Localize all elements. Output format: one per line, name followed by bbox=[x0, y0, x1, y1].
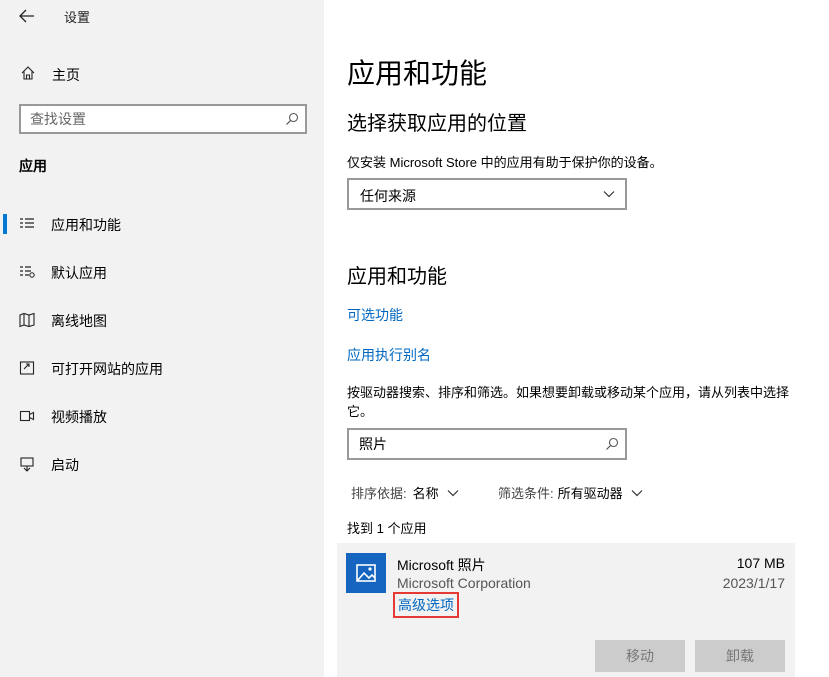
sidebar: 设置 主页 应用 应用和功能 默认应用 离线地图 可打开网站的应用 视频播放 启… bbox=[0, 0, 324, 677]
sidebar-item-label: 主页 bbox=[52, 67, 80, 83]
settings-search-box[interactable] bbox=[19, 104, 307, 134]
app-search-input[interactable] bbox=[359, 435, 589, 453]
app-search-box[interactable] bbox=[347, 428, 627, 460]
found-count: 找到 1 个应用 bbox=[347, 521, 427, 536]
search-icon[interactable] bbox=[605, 437, 619, 451]
advanced-options-link[interactable]: 高级选项 bbox=[393, 592, 459, 618]
sidebar-item-label: 离线地图 bbox=[51, 313, 107, 329]
chevron-down-icon bbox=[603, 191, 615, 198]
list-icon bbox=[20, 218, 34, 228]
chevron-down-icon bbox=[447, 489, 459, 496]
app-size: 107 MB bbox=[736, 555, 785, 571]
optional-features-link[interactable]: 可选功能 bbox=[347, 305, 403, 325]
sidebar-item-label: 可打开网站的应用 bbox=[51, 361, 163, 377]
selection-indicator bbox=[3, 214, 7, 234]
sidebar-item-offline-maps[interactable]: 离线地图 bbox=[0, 302, 324, 338]
app-source-dropdown[interactable]: 任何来源 bbox=[347, 178, 627, 210]
uninstall-button[interactable]: 卸载 bbox=[695, 640, 785, 672]
sort-value: 名称 bbox=[412, 486, 439, 501]
home-icon bbox=[21, 66, 35, 80]
default-apps-icon bbox=[20, 266, 35, 278]
filter-key: 筛选条件: bbox=[498, 486, 554, 501]
move-button[interactable]: 移动 bbox=[595, 640, 685, 672]
photos-icon bbox=[346, 553, 386, 593]
back-button[interactable] bbox=[10, 3, 44, 29]
startup-icon bbox=[20, 457, 34, 472]
dropdown-value: 任何来源 bbox=[360, 188, 416, 204]
map-icon bbox=[19, 312, 35, 328]
chevron-down-icon bbox=[631, 489, 643, 496]
sidebar-section-header: 应用 bbox=[19, 158, 47, 174]
video-icon bbox=[19, 410, 35, 422]
location-heading: 选择获取应用的位置 bbox=[347, 113, 527, 135]
title-bar: 设置 bbox=[0, 0, 324, 32]
app-name: Microsoft 照片 bbox=[397, 557, 486, 573]
sidebar-item-startup[interactable]: 启动 bbox=[0, 446, 324, 482]
main-content: 应用和功能 选择获取应用的位置 仅安装 Microsoft Store 中的应用… bbox=[324, 0, 829, 677]
app-publisher: Microsoft Corporation bbox=[397, 575, 531, 591]
sidebar-item-apps-for-websites[interactable]: 可打开网站的应用 bbox=[0, 350, 324, 386]
open-web-icon bbox=[19, 361, 35, 375]
settings-search-input[interactable] bbox=[30, 110, 270, 128]
location-description: 仅安装 Microsoft Store 中的应用有助于保护你的设备。 bbox=[347, 155, 663, 170]
filter-value: 所有驱动器 bbox=[557, 486, 623, 501]
search-icon[interactable] bbox=[285, 112, 299, 126]
photos-app-icon bbox=[346, 553, 386, 593]
app-install-date: 2023/1/17 bbox=[722, 575, 785, 591]
sort-dropdown[interactable]: 排序依据: 名称 bbox=[351, 483, 459, 502]
sidebar-item-home[interactable]: 主页 bbox=[0, 56, 324, 90]
sidebar-item-video-playback[interactable]: 视频播放 bbox=[0, 398, 324, 434]
sidebar-item-apps-features[interactable]: 应用和功能 bbox=[0, 206, 324, 242]
sidebar-item-label: 启动 bbox=[51, 457, 79, 473]
page-title: 应用和功能 bbox=[347, 58, 488, 89]
sidebar-item-label: 默认应用 bbox=[51, 265, 107, 281]
apps-description: 按驱动器搜索、排序和筛选。如果想要卸载或移动某个应用，请从列表中选择它。 bbox=[347, 385, 790, 419]
sidebar-item-label: 应用和功能 bbox=[51, 217, 121, 233]
app-execution-alias-link[interactable]: 应用执行别名 bbox=[347, 345, 431, 365]
sidebar-item-default-apps[interactable]: 默认应用 bbox=[0, 254, 324, 290]
app-list-item[interactable]: Microsoft 照片 Microsoft Corporation 107 M… bbox=[337, 543, 795, 677]
window-title: 设置 bbox=[64, 10, 91, 25]
back-arrow-icon bbox=[19, 9, 34, 23]
sidebar-item-label: 视频播放 bbox=[51, 409, 107, 425]
sort-key: 排序依据: bbox=[351, 486, 407, 501]
filter-dropdown[interactable]: 筛选条件: 所有驱动器 bbox=[498, 483, 643, 502]
apps-features-heading: 应用和功能 bbox=[347, 266, 447, 288]
